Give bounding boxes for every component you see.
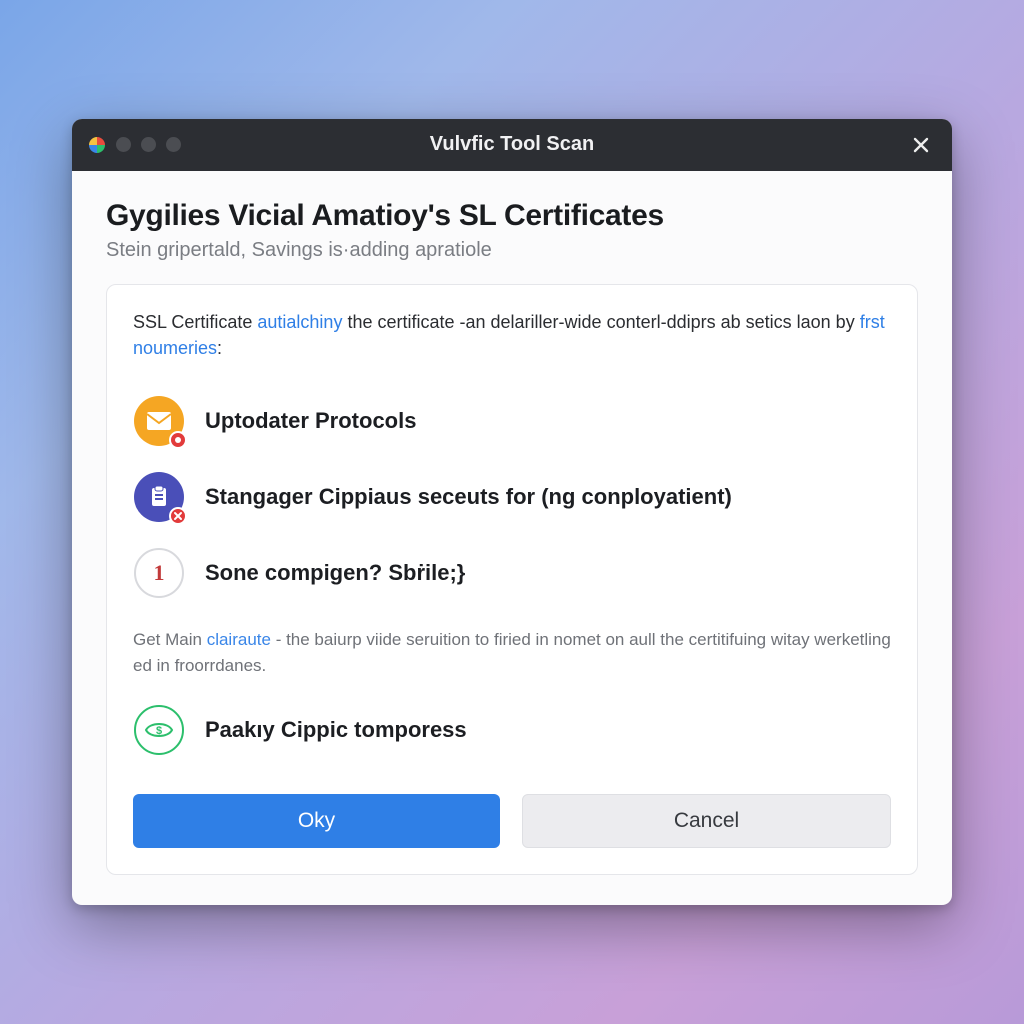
- item-label: Uptodater Protocols: [205, 408, 416, 434]
- info-panel: SSL Certificate autialchiny the certific…: [106, 284, 918, 875]
- alert-number-icon: 1: [133, 547, 185, 599]
- traffic-dot[interactable]: [166, 137, 181, 152]
- item-label: Paakıy Cippic tomporess: [205, 717, 467, 743]
- app-logo-icon: [88, 136, 106, 154]
- titlebar: Vulvfic Tool Scan: [72, 119, 952, 171]
- footer-note: Get Main clairaute - the baiurp viide se…: [133, 627, 891, 678]
- dialog-window: Vulvfic Tool Scan Gygilies Vicial Amatio…: [72, 119, 952, 905]
- button-row: Oky Cancel: [133, 794, 891, 848]
- intro-prefix: SSL Certificate: [133, 312, 257, 332]
- cancel-button[interactable]: Cancel: [522, 794, 891, 848]
- alert-number: 1: [154, 560, 165, 586]
- intro-mid: the certificate -an delariller-wide cont…: [342, 312, 859, 332]
- close-button[interactable]: [906, 130, 936, 160]
- ok-button[interactable]: Oky: [133, 794, 500, 848]
- list-item: 1 Sone compigen? Sbṙile;}: [133, 535, 891, 611]
- svg-text:$: $: [156, 725, 162, 737]
- list-item: Uptodater Protocols: [133, 383, 891, 459]
- traffic-lights: [88, 136, 181, 154]
- alert-badge-icon: [169, 431, 187, 449]
- intro-link[interactable]: autialchiny: [257, 312, 342, 332]
- traffic-dot[interactable]: [116, 137, 131, 152]
- clipboard-icon: [133, 471, 185, 523]
- page-subtitle: Stein gripertald, Savings is·adding apra…: [106, 239, 918, 262]
- eye-money-icon: $: [133, 704, 185, 756]
- intro-text: SSL Certificate autialchiny the certific…: [133, 309, 891, 361]
- traffic-dot[interactable]: [141, 137, 156, 152]
- page-title: Gygilies Vicial Amatioy's SL Certificate…: [106, 199, 918, 233]
- item-label: Stangager Cippiaus seceuts for (ng conpl…: [205, 484, 732, 510]
- note-prefix: Get Main: [133, 630, 207, 649]
- intro-suffix: :: [217, 338, 222, 358]
- mail-icon: [133, 395, 185, 447]
- item-label: Sone compigen? Sbṙile;}: [205, 560, 465, 586]
- item-list: Uptodater Protocols: [133, 383, 891, 611]
- list-item: Stangager Cippiaus seceuts for (ng conpl…: [133, 459, 891, 535]
- x-badge-icon: [169, 507, 187, 525]
- note-link[interactable]: clairaute: [207, 630, 271, 649]
- dialog-content: Gygilies Vicial Amatioy's SL Certificate…: [72, 171, 952, 905]
- window-title: Vulvfic Tool Scan: [72, 133, 952, 156]
- close-icon: [912, 136, 930, 154]
- list-item: $ Paakıy Cippic tomporess: [133, 692, 891, 768]
- item-list-secondary: $ Paakıy Cippic tomporess: [133, 692, 891, 768]
